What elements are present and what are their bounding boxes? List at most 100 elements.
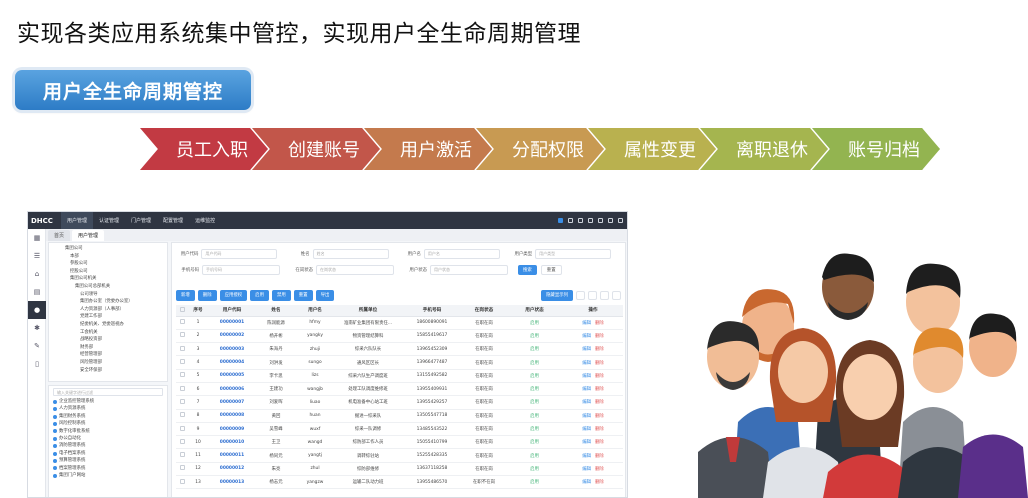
row-checkbox[interactable] xyxy=(179,345,185,351)
fullscreen-icon[interactable] xyxy=(608,218,613,223)
row-checkbox[interactable] xyxy=(179,438,185,444)
delete-link[interactable]: 删除 xyxy=(595,334,604,339)
tree-node[interactable]: 集团公司 xyxy=(53,245,163,253)
delete-link[interactable]: 删除 xyxy=(595,400,604,405)
tree-node[interactable]: 经营管理部 xyxy=(53,351,163,359)
org-icon[interactable]: ⌂ xyxy=(28,265,46,283)
app-system-item[interactable]: 集团门户网站 xyxy=(53,472,163,479)
delete-link[interactable]: 删除 xyxy=(595,480,604,485)
menu-item[interactable]: 配置管理 xyxy=(157,212,189,229)
tree-node[interactable]: 人力资源部（人事部） xyxy=(53,306,163,314)
toolbar-button[interactable]: 新增 xyxy=(176,289,195,301)
table-row[interactable]: 3 00000003 朱海丹 zhuji 综采六队队长 13965452309 在职在岗 启用… xyxy=(176,342,623,357)
filter-input[interactable]: 手机号码 xyxy=(202,264,280,275)
app-system-item[interactable]: 集团财务系统 xyxy=(53,413,163,420)
search-icon[interactable] xyxy=(600,290,609,300)
row-checkbox[interactable] xyxy=(179,319,185,325)
message-icon[interactable] xyxy=(578,218,583,223)
select-all-checkbox[interactable] xyxy=(179,306,185,312)
app-system-item[interactable]: 档案管理系统 xyxy=(53,465,163,472)
tree-node[interactable]: 纪委机关、党委巡视办 xyxy=(53,321,163,329)
delete-link[interactable]: 删除 xyxy=(595,440,604,445)
edit-link[interactable]: 编辑 xyxy=(582,414,591,419)
table-row[interactable]: 6 00000006 王建功 wangjb 处理工队调度维修班 13955409931 在职… xyxy=(176,382,623,397)
delete-link[interactable]: 删除 xyxy=(595,427,604,432)
gear-icon[interactable]: ✱ xyxy=(28,319,46,337)
toolbar-button[interactable]: 禁用 xyxy=(271,289,291,301)
delete-link[interactable]: 删除 xyxy=(595,361,604,366)
filter-input[interactable]: 用户代码 xyxy=(201,248,278,259)
toolbar-button[interactable]: 重置 xyxy=(293,289,313,301)
row-checkbox[interactable] xyxy=(179,412,185,418)
delete-link[interactable]: 删除 xyxy=(595,321,604,326)
filter-input[interactable]: 姓名 xyxy=(312,248,389,259)
table-row[interactable]: 1 00000001 陈润能源 hfmy 淮南矿业集团有限责任... 1860089009… xyxy=(176,316,623,330)
edit-link[interactable]: 编辑 xyxy=(582,374,591,379)
tab[interactable]: 首页 xyxy=(48,230,71,241)
table-row[interactable]: 11 00000011 杨同元 yangtj 调转综驻站 15255428335 在职在岗启… xyxy=(176,448,623,463)
bookmark-icon[interactable]: ▯ xyxy=(28,355,46,373)
doc-icon[interactable]: ▤ xyxy=(28,283,46,301)
search-button[interactable]: 搜索 xyxy=(518,264,537,275)
edit-link[interactable]: 编辑 xyxy=(582,427,591,432)
row-checkbox[interactable] xyxy=(179,425,185,431)
toolbar-button[interactable]: 导出 xyxy=(315,289,335,301)
filter-input[interactable]: 用户名 xyxy=(423,248,500,259)
menu-item[interactable]: 认证管理 xyxy=(93,212,125,229)
app-system-item[interactable]: 消防管理系统 xyxy=(53,442,163,449)
tree-node[interactable]: 参股公司 xyxy=(53,260,163,268)
row-checkbox[interactable] xyxy=(179,372,185,378)
tree-node[interactable]: 集团公司总部机关 xyxy=(53,283,163,291)
table-row[interactable]: 12 00000012 朱亮 zhul 综防部维修 13637118258 在职在岗 启用 编辑… xyxy=(176,462,623,477)
edit-link[interactable]: 编辑 xyxy=(582,387,591,392)
tree-node[interactable]: 安全环保部 xyxy=(53,367,163,375)
user-icon[interactable]: ● xyxy=(28,301,46,319)
edit-link[interactable]: 编辑 xyxy=(582,334,591,339)
row-checkbox[interactable] xyxy=(179,359,185,365)
toolbar-button[interactable]: 应用授权 xyxy=(219,289,248,301)
menu-item[interactable]: 用户管理 xyxy=(61,212,94,229)
table-row[interactable]: 13 00000013 杨志元 yangzw 运输二队动力班 13955486570 在职不… xyxy=(176,475,623,490)
tree-node[interactable]: 集团公司机关 xyxy=(53,275,163,283)
app-system-item[interactable]: 办公自动化 xyxy=(53,435,163,442)
edit-link[interactable]: 编辑 xyxy=(582,440,591,445)
tree-node[interactable]: 工会机关 xyxy=(53,329,163,337)
row-checkbox[interactable] xyxy=(179,332,185,338)
app-system-item[interactable]: 人力资源系统 xyxy=(53,405,163,412)
edit-link[interactable]: 编辑 xyxy=(582,454,591,459)
row-checkbox[interactable] xyxy=(179,385,185,391)
menu-item[interactable]: 门户管理 xyxy=(125,212,157,229)
refresh-icon[interactable] xyxy=(576,290,585,300)
app-system-item[interactable]: 数字化审批系统 xyxy=(53,428,163,435)
filter-input[interactable]: 用户状态 xyxy=(430,264,508,275)
table-row[interactable]: 7 00000007 刘爱晖 liuao 机电准备中心站工班 13955429257 在职在… xyxy=(176,395,623,410)
avatar-icon[interactable] xyxy=(618,218,623,223)
app-system-item[interactable]: 电子档案系统 xyxy=(53,450,163,457)
edit-link[interactable]: 编辑 xyxy=(582,400,591,405)
filter-input[interactable]: 在岗状态 xyxy=(316,264,394,275)
edit-icon[interactable]: ✎ xyxy=(28,337,46,355)
filter-input[interactable]: 用户类型 xyxy=(535,248,611,259)
print-icon[interactable] xyxy=(588,290,597,300)
edit-link[interactable]: 编辑 xyxy=(582,361,591,366)
home-icon[interactable] xyxy=(568,218,573,223)
table-row[interactable]: 5 00000005 李卡思 lizs 综采六队生产调度班 13155492582 在职在岗… xyxy=(176,369,623,383)
row-checkbox[interactable] xyxy=(179,398,185,404)
edit-link[interactable]: 编辑 xyxy=(582,467,591,472)
table-row[interactable]: 2 00000002 杨开彬 yangky 物资管理结算科 15855419617 在职在岗… xyxy=(176,329,623,344)
tree-node[interactable]: 财务部 xyxy=(53,344,163,352)
tab[interactable]: 用户管理 xyxy=(72,230,105,241)
edit-link[interactable]: 编辑 xyxy=(582,321,591,326)
table-row[interactable]: 10 00000010 王卫 wangd 综防部工作人员 15055410799 在职在岗启… xyxy=(176,435,623,450)
row-checkbox[interactable] xyxy=(179,452,185,458)
row-checkbox[interactable] xyxy=(179,478,185,484)
tree-node[interactable]: 风险管理部 xyxy=(53,359,163,367)
delete-link[interactable]: 删除 xyxy=(595,387,604,392)
app-system-item[interactable]: 风险控制系统 xyxy=(53,420,163,427)
reset-button[interactable]: 重置 xyxy=(540,264,562,275)
delete-link[interactable]: 删除 xyxy=(595,414,604,419)
table-row[interactable]: 4 00000004 刘洪发 sungo 通风区区长 13966477487 在职在岗 启用编… xyxy=(176,355,623,370)
row-checkbox[interactable] xyxy=(179,465,185,471)
app-system-item[interactable]: 企业监控管理系统 xyxy=(53,398,163,405)
toolbar-button[interactable]: 启用 xyxy=(250,289,269,301)
